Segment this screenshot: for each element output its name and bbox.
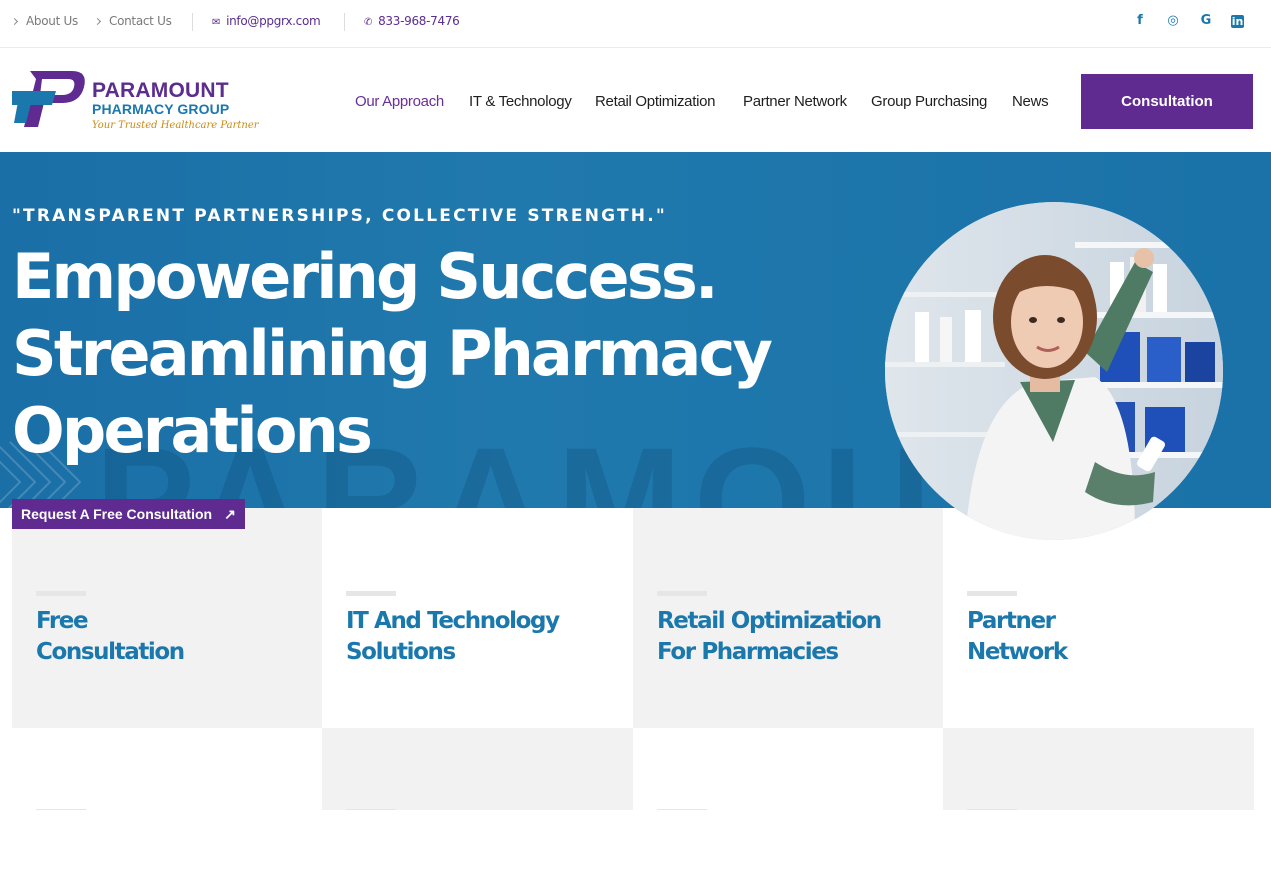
card-accent-bar: [36, 809, 86, 810]
nav-it-technology[interactable]: IT & Technology: [469, 93, 572, 110]
headline-line: Streamlining Pharmacy: [12, 317, 773, 390]
site-logo[interactable]: PARAMOUNT PHARMACY GROUP Your Trusted He…: [12, 65, 259, 137]
card-title: Free Consultation: [36, 608, 185, 665]
card-accent-bar: [967, 809, 1017, 810]
pharmacist-photo: [885, 202, 1223, 540]
facebook-icon[interactable]: f: [1133, 13, 1147, 29]
hero-tagline: "TRANSPARENT PARTNERSHIPS, COLLECTIVE ST…: [12, 206, 667, 226]
service-card[interactable]: [322, 728, 633, 810]
nav-retail-optimization[interactable]: Retail Optimization: [595, 93, 715, 110]
service-card-it-technology[interactable]: IT And Technology Solutions: [322, 508, 633, 728]
envelope-icon: ✉: [212, 17, 221, 28]
headline-line: Operations: [12, 394, 373, 467]
card-title: Retail Optimization For Pharmacies: [657, 608, 882, 665]
chevron-right-icon: [93, 17, 102, 26]
logo-name: PARAMOUNT: [92, 79, 229, 102]
about-us-link[interactable]: About Us: [10, 14, 78, 28]
site-header: PARAMOUNT PHARMACY GROUP Your Trusted He…: [0, 49, 1271, 152]
logo-mark-icon: [12, 71, 85, 127]
email-link[interactable]: ✉ info@ppgrx.com: [212, 14, 321, 28]
logo-subname: PHARMACY GROUP: [92, 101, 230, 117]
card-accent-bar: [346, 591, 396, 596]
pharmacist-image: [885, 202, 1223, 540]
service-card[interactable]: [12, 728, 323, 810]
top-bar: About Us Contact Us ✉ info@ppgrx.com ✆ 833…: [0, 0, 1271, 48]
service-card[interactable]: [943, 728, 1254, 810]
instagram-icon[interactable]: ◎: [1166, 13, 1180, 29]
divider: [192, 13, 193, 31]
consultation-button[interactable]: Consultation: [1081, 74, 1253, 129]
card-title: Partner Network: [967, 608, 1068, 665]
google-icon[interactable]: G: [1199, 13, 1213, 29]
hero-headline: Empowering Success. Streamlining Pharmac…: [12, 238, 773, 469]
nav-partner-network[interactable]: Partner Network: [743, 93, 847, 110]
divider: [344, 13, 345, 31]
service-card-retail-optimization[interactable]: Retail Optimization For Pharmacies: [633, 508, 944, 728]
nav-group-purchasing[interactable]: Group Purchasing: [871, 93, 987, 110]
service-card[interactable]: [633, 728, 944, 810]
card-accent-bar: [657, 809, 707, 810]
logo-tagline: Your Trusted Healthcare Partner: [92, 120, 259, 131]
service-card-partner-network[interactable]: Partner Network: [943, 508, 1254, 728]
card-accent-bar: [657, 591, 707, 596]
card-accent-bar: [346, 809, 396, 810]
contact-us-link[interactable]: Contact Us: [93, 14, 172, 28]
headline-line: Empowering Success.: [12, 240, 719, 313]
request-consultation-button[interactable]: Request A Free Consultation ↗: [12, 499, 245, 529]
service-card-free-consultation[interactable]: Free Consultation: [12, 508, 323, 728]
card-accent-bar: [967, 591, 1017, 596]
phone-icon: ✆: [364, 17, 373, 28]
card-accent-bar: [36, 591, 86, 596]
phone-link[interactable]: ✆ 833-968-7476: [364, 14, 460, 28]
arrow-up-right-icon: ↗: [224, 506, 236, 522]
linkedin-icon[interactable]: in: [1231, 15, 1244, 28]
chevron-right-icon: [10, 17, 19, 26]
card-title: IT And Technology Solutions: [346, 608, 560, 665]
nav-news[interactable]: News: [1012, 93, 1049, 110]
nav-our-approach[interactable]: Our Approach: [355, 93, 444, 110]
